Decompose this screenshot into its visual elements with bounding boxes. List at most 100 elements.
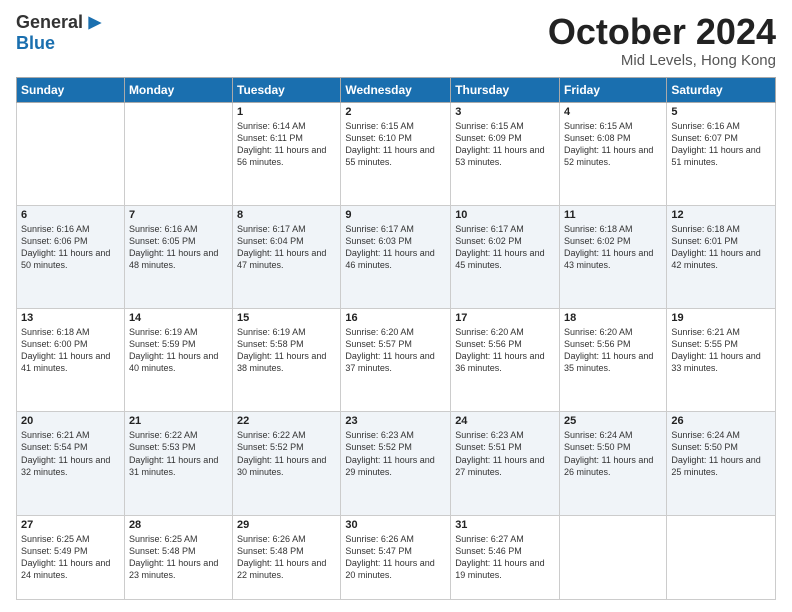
day-info: Sunrise: 6:22 AM Sunset: 5:52 PM Dayligh…	[237, 429, 336, 478]
calendar-cell	[667, 515, 776, 599]
calendar-cell: 1 Sunrise: 6:14 AM Sunset: 6:11 PM Daylig…	[233, 102, 341, 205]
day-number: 27	[21, 519, 120, 531]
calendar-week-1: 1 Sunrise: 6:14 AM Sunset: 6:11 PM Daylig…	[17, 102, 776, 205]
day-info: Sunrise: 6:21 AM Sunset: 5:55 PM Dayligh…	[671, 326, 771, 375]
day-info: Sunrise: 6:20 AM Sunset: 5:56 PM Dayligh…	[455, 326, 555, 375]
day-number: 25	[564, 415, 662, 427]
day-number: 6	[21, 209, 120, 221]
month-title: October 2024	[548, 12, 776, 52]
logo-icon	[85, 13, 105, 33]
calendar-cell: 15 Sunrise: 6:19 AM Sunset: 5:58 PM Dayli…	[233, 309, 341, 412]
calendar-cell: 23 Sunrise: 6:23 AM Sunset: 5:52 PM Dayli…	[341, 412, 451, 515]
calendar-cell: 24 Sunrise: 6:23 AM Sunset: 5:51 PM Dayli…	[451, 412, 560, 515]
day-info: Sunrise: 6:25 AM Sunset: 5:48 PM Dayligh…	[129, 533, 228, 582]
calendar-cell: 7 Sunrise: 6:16 AM Sunset: 6:05 PM Daylig…	[124, 205, 232, 308]
day-info: Sunrise: 6:26 AM Sunset: 5:48 PM Dayligh…	[237, 533, 336, 582]
day-info: Sunrise: 6:23 AM Sunset: 5:51 PM Dayligh…	[455, 429, 555, 478]
calendar-cell: 29 Sunrise: 6:26 AM Sunset: 5:48 PM Dayli…	[233, 515, 341, 599]
day-number: 28	[129, 519, 228, 531]
header: General Blue October 2024 Mid Levels, Ho…	[16, 12, 776, 69]
calendar-header-tuesday: Tuesday	[233, 77, 341, 102]
day-number: 1	[237, 106, 336, 118]
day-number: 9	[345, 209, 446, 221]
day-number: 24	[455, 415, 555, 427]
calendar-week-2: 6 Sunrise: 6:16 AM Sunset: 6:06 PM Daylig…	[17, 205, 776, 308]
calendar-week-5: 27 Sunrise: 6:25 AM Sunset: 5:49 PM Dayli…	[17, 515, 776, 599]
location: Mid Levels, Hong Kong	[548, 52, 776, 69]
day-info: Sunrise: 6:16 AM Sunset: 6:06 PM Dayligh…	[21, 223, 120, 272]
calendar-header-row: SundayMondayTuesdayWednesdayThursdayFrid…	[17, 77, 776, 102]
day-info: Sunrise: 6:17 AM Sunset: 6:02 PM Dayligh…	[455, 223, 555, 272]
day-number: 7	[129, 209, 228, 221]
day-number: 20	[21, 415, 120, 427]
calendar-cell	[124, 102, 232, 205]
day-number: 17	[455, 312, 555, 324]
calendar-cell: 12 Sunrise: 6:18 AM Sunset: 6:01 PM Dayli…	[667, 205, 776, 308]
day-info: Sunrise: 6:21 AM Sunset: 5:54 PM Dayligh…	[21, 429, 120, 478]
calendar-cell: 28 Sunrise: 6:25 AM Sunset: 5:48 PM Dayli…	[124, 515, 232, 599]
day-info: Sunrise: 6:16 AM Sunset: 6:05 PM Dayligh…	[129, 223, 228, 272]
calendar-cell: 5Sunrise: 6:16 AM Sunset: 6:07 PM Daylig…	[667, 102, 776, 205]
day-info: Sunrise: 6:23 AM Sunset: 5:52 PM Dayligh…	[345, 429, 446, 478]
calendar-cell: 13 Sunrise: 6:18 AM Sunset: 6:00 PM Dayli…	[17, 309, 125, 412]
day-info: Sunrise: 6:25 AM Sunset: 5:49 PM Dayligh…	[21, 533, 120, 582]
day-info: Sunrise: 6:18 AM Sunset: 6:01 PM Dayligh…	[671, 223, 771, 272]
day-info: Sunrise: 6:27 AM Sunset: 5:46 PM Dayligh…	[455, 533, 555, 582]
day-number: 23	[345, 415, 446, 427]
calendar-cell: 31 Sunrise: 6:27 AM Sunset: 5:46 PM Dayli…	[451, 515, 560, 599]
day-number: 31	[455, 519, 555, 531]
calendar-cell	[17, 102, 125, 205]
calendar-cell	[560, 515, 667, 599]
calendar-cell: 2Sunrise: 6:15 AM Sunset: 6:10 PM Daylig…	[341, 102, 451, 205]
calendar-header-thursday: Thursday	[451, 77, 560, 102]
day-number: 11	[564, 209, 662, 221]
day-number: 29	[237, 519, 336, 531]
day-number: 19	[671, 312, 771, 324]
day-number: 8	[237, 209, 336, 221]
calendar-header-saturday: Saturday	[667, 77, 776, 102]
calendar-cell: 30Sunrise: 6:26 AM Sunset: 5:47 PM Dayli…	[341, 515, 451, 599]
calendar-cell: 18Sunrise: 6:20 AM Sunset: 5:56 PM Dayli…	[560, 309, 667, 412]
day-info: Sunrise: 6:15 AM Sunset: 6:10 PM Dayligh…	[345, 120, 446, 169]
calendar-cell: 19 Sunrise: 6:21 AM Sunset: 5:55 PM Dayli…	[667, 309, 776, 412]
day-info: Sunrise: 6:17 AM Sunset: 6:03 PM Dayligh…	[345, 223, 446, 272]
logo-general-text: General	[16, 12, 83, 33]
calendar-header-sunday: Sunday	[17, 77, 125, 102]
calendar-cell: 14Sunrise: 6:19 AM Sunset: 5:59 PM Dayli…	[124, 309, 232, 412]
calendar-header-monday: Monday	[124, 77, 232, 102]
day-number: 22	[237, 415, 336, 427]
calendar-header-wednesday: Wednesday	[341, 77, 451, 102]
calendar-cell: 4 Sunrise: 6:15 AM Sunset: 6:08 PM Daylig…	[560, 102, 667, 205]
day-info: Sunrise: 6:15 AM Sunset: 6:09 PM Dayligh…	[455, 120, 555, 169]
day-info: Sunrise: 6:24 AM Sunset: 5:50 PM Dayligh…	[564, 429, 662, 478]
day-number: 3	[455, 106, 555, 118]
day-number: 12	[671, 209, 771, 221]
logo-blue-text: Blue	[16, 33, 55, 53]
day-info: Sunrise: 6:15 AM Sunset: 6:08 PM Dayligh…	[564, 120, 662, 169]
day-info: Sunrise: 6:14 AM Sunset: 6:11 PM Dayligh…	[237, 120, 336, 169]
day-info: Sunrise: 6:17 AM Sunset: 6:04 PM Dayligh…	[237, 223, 336, 272]
day-number: 16	[345, 312, 446, 324]
day-info: Sunrise: 6:20 AM Sunset: 5:57 PM Dayligh…	[345, 326, 446, 375]
calendar-week-4: 20 Sunrise: 6:21 AM Sunset: 5:54 PM Dayli…	[17, 412, 776, 515]
calendar-cell: 6 Sunrise: 6:16 AM Sunset: 6:06 PM Daylig…	[17, 205, 125, 308]
calendar-cell: 8 Sunrise: 6:17 AM Sunset: 6:04 PM Daylig…	[233, 205, 341, 308]
calendar-cell: 11 Sunrise: 6:18 AM Sunset: 6:02 PM Dayli…	[560, 205, 667, 308]
calendar-header-friday: Friday	[560, 77, 667, 102]
title-block: October 2024 Mid Levels, Hong Kong	[548, 12, 776, 69]
day-info: Sunrise: 6:26 AM Sunset: 5:47 PM Dayligh…	[345, 533, 446, 582]
day-info: Sunrise: 6:18 AM Sunset: 6:02 PM Dayligh…	[564, 223, 662, 272]
day-number: 10	[455, 209, 555, 221]
day-number: 15	[237, 312, 336, 324]
calendar-cell: 17 Sunrise: 6:20 AM Sunset: 5:56 PM Dayli…	[451, 309, 560, 412]
calendar-cell: 16 Sunrise: 6:20 AM Sunset: 5:57 PM Dayli…	[341, 309, 451, 412]
logo: General Blue	[16, 12, 105, 54]
calendar-table: SundayMondayTuesdayWednesdayThursdayFrid…	[16, 77, 776, 600]
day-number: 4	[564, 106, 662, 118]
day-info: Sunrise: 6:19 AM Sunset: 5:58 PM Dayligh…	[237, 326, 336, 375]
day-number: 13	[21, 312, 120, 324]
calendar-cell: 25 Sunrise: 6:24 AM Sunset: 5:50 PM Dayli…	[560, 412, 667, 515]
calendar-week-3: 13 Sunrise: 6:18 AM Sunset: 6:00 PM Dayli…	[17, 309, 776, 412]
calendar-cell: 20 Sunrise: 6:21 AM Sunset: 5:54 PM Dayli…	[17, 412, 125, 515]
day-info: Sunrise: 6:18 AM Sunset: 6:00 PM Dayligh…	[21, 326, 120, 375]
